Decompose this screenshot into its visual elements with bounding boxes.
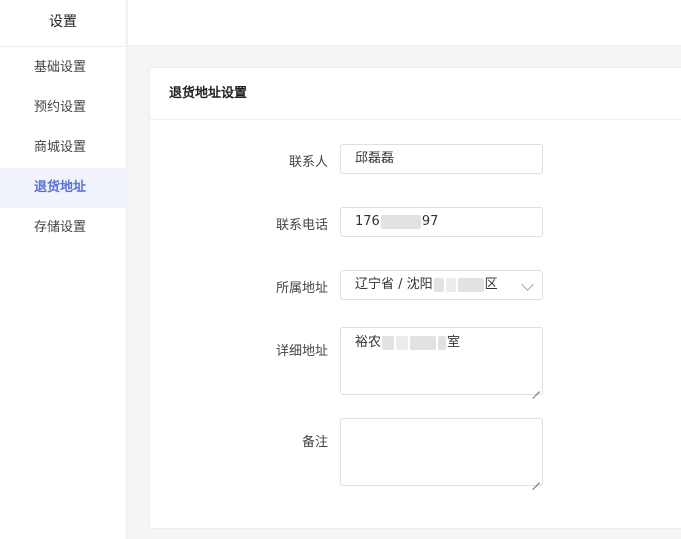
phone-value-prefix: 176: [355, 214, 380, 229]
region-value-suffix: 区: [484, 277, 498, 292]
redacted-block: [410, 335, 437, 350]
region-select[interactable]: 辽宁省 / 沈阳 区: [340, 270, 543, 300]
phone-value-suffix: 97: [421, 214, 439, 229]
contact-input[interactable]: 邱磊磊: [340, 144, 543, 174]
resize-handle-icon[interactable]: [532, 384, 540, 392]
redacted-block: [445, 277, 456, 292]
redacted-block: [457, 277, 484, 292]
region-label: 所属地址: [275, 281, 328, 296]
detail-value-prefix: 裕农: [355, 335, 382, 350]
sidebar-item-storage[interactable]: 存储设置: [0, 208, 126, 248]
redacted-block: [380, 214, 421, 229]
detail-address-label: 详细地址: [275, 344, 328, 359]
card-title: 退货地址设置: [150, 68, 681, 120]
redacted-block: [396, 335, 409, 350]
note-label: 备注: [301, 435, 328, 450]
sidebar-menu: 基础设置 预约设置 商城设置 退货地址 存储设置: [0, 47, 126, 248]
return-address-card: 退货地址设置 联系人 邱磊磊 联系电话 176 97 所属地址 辽宁省 / 沈阳 区…: [149, 67, 681, 529]
contact-label: 联系人: [288, 155, 328, 170]
contact-value: 邱磊磊: [355, 151, 395, 166]
sidebar-title: 设置: [0, 0, 126, 47]
sidebar-item-mall[interactable]: 商城设置: [0, 128, 126, 168]
redacted-block: [382, 335, 395, 350]
phone-label: 联系电话: [275, 218, 328, 233]
sidebar-item-return-address[interactable]: 退货地址: [0, 168, 126, 208]
detail-value-suffix: 室: [447, 335, 461, 350]
region-value-prefix: 辽宁省 / 沈阳: [355, 277, 433, 292]
sidebar-item-basic[interactable]: 基础设置: [0, 48, 126, 88]
redacted-block: [433, 277, 444, 292]
detail-address-textarea[interactable]: 裕农 室: [340, 327, 543, 395]
resize-handle-icon[interactable]: [532, 475, 540, 483]
settings-sidebar: 设置 基础设置 预约设置 商城设置 退货地址 存储设置: [0, 0, 127, 539]
redacted-block: [438, 335, 447, 350]
phone-input[interactable]: 176 97: [340, 207, 543, 237]
chevron-down-icon: [521, 278, 534, 291]
top-bar: [128, 0, 681, 46]
note-textarea[interactable]: [340, 418, 543, 486]
sidebar-item-booking[interactable]: 预约设置: [0, 88, 126, 128]
